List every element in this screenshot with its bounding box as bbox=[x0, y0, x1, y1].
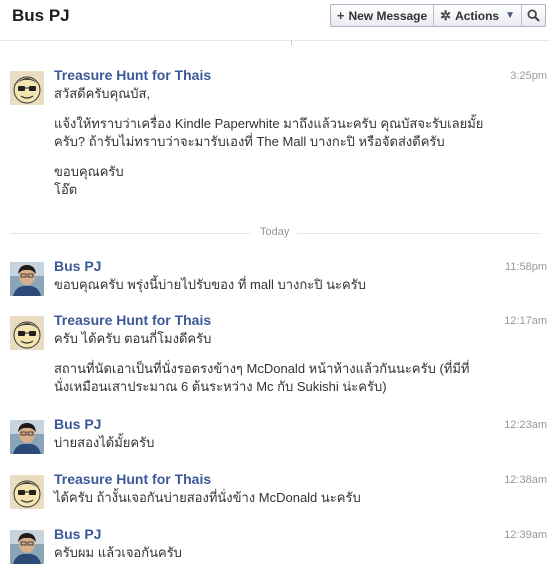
message-text: สวัสดีครับคุณบัส, bbox=[54, 86, 151, 101]
message-timestamp: 12:39am bbox=[504, 529, 547, 541]
message-body: ได้ครับ ถ้างั้นเจอกันบ่ายสองที่นั่งข้าง … bbox=[54, 489, 494, 507]
message-sender[interactable]: Bus PJ bbox=[54, 258, 101, 274]
gear-icon: ✲ bbox=[440, 7, 452, 23]
message-body: บ่ายสองได้มั้ยครับ bbox=[54, 434, 494, 452]
message-text: แจ้งให้ทราบว่าเครื่อง Kindle Paperwhite … bbox=[54, 116, 484, 131]
message-text: นั่งเหมือนเสาประมาณ 6 ต้นระหว่าง Mc กับ … bbox=[54, 379, 387, 394]
message-body: ขอบคุณครับ พรุ่งนี้บ่ายไปรับของ ที่ mall… bbox=[54, 276, 494, 294]
plus-icon: + bbox=[336, 8, 345, 23]
message-text: ขอบคุณครับ พรุ่งนี้บ่ายไปรับของ ที่ mall… bbox=[54, 277, 366, 292]
search-button[interactable] bbox=[522, 5, 545, 26]
message-timestamp: 12:38am bbox=[504, 474, 547, 486]
message-body: ครับ ได้ครับ ตอนกี่โมงดีครับ สถานที่นัดเ… bbox=[54, 330, 494, 396]
person-avatar[interactable] bbox=[10, 262, 44, 296]
message-text: โอ๊ต bbox=[54, 182, 78, 197]
message-sender[interactable]: Bus PJ bbox=[54, 526, 101, 542]
conversation-title: Bus PJ bbox=[12, 6, 70, 25]
message-text: ได้ครับ ถ้างั้นเจอกันบ่ายสองที่นั่งข้าง … bbox=[54, 490, 361, 505]
message-text: ครับ ได้ครับ ตอนกี่โมงดีครับ bbox=[54, 331, 212, 346]
message-sender[interactable]: Bus PJ bbox=[54, 416, 101, 432]
header-tick bbox=[291, 40, 292, 45]
message-body: สวัสดีครับคุณบัส, แจ้งให้ทราบว่าเครื่อง … bbox=[54, 85, 494, 199]
actions-button[interactable]: ✲ Actions ▼ bbox=[434, 5, 522, 26]
message-text: สถานที่นัดเอาเป็นที่นั่งรอตรงข้างๆ McDon… bbox=[54, 361, 470, 376]
message-sender[interactable]: Treasure Hunt for Thais bbox=[54, 471, 211, 487]
message-timestamp: 11:58pm bbox=[505, 261, 547, 273]
message-timestamp: 12:23am bbox=[504, 419, 547, 431]
date-divider-label: Today bbox=[260, 226, 290, 238]
header-divider bbox=[0, 40, 550, 41]
date-divider: Today bbox=[10, 226, 540, 240]
message-text: บ่ายสองได้มั้ยครับ bbox=[54, 435, 155, 450]
message-sender[interactable]: Treasure Hunt for Thais bbox=[54, 312, 211, 328]
person-avatar[interactable] bbox=[10, 420, 44, 454]
mascot-avatar[interactable] bbox=[10, 71, 44, 105]
message-timestamp: 12:17am bbox=[504, 315, 547, 327]
chevron-down-icon: ▼ bbox=[505, 10, 515, 21]
message-text: ขอบคุณครับ bbox=[54, 164, 124, 179]
search-icon bbox=[527, 9, 540, 22]
mascot-avatar[interactable] bbox=[10, 316, 44, 350]
message-sender[interactable]: Treasure Hunt for Thais bbox=[54, 67, 211, 83]
message-text: ครับผม แล้วเจอกันครับ bbox=[54, 545, 182, 560]
mascot-avatar[interactable] bbox=[10, 475, 44, 509]
message-timestamp: 3:25pm bbox=[510, 70, 547, 82]
actions-label: Actions bbox=[455, 8, 500, 23]
conversation-header: Bus PJ + New Message ✲ Actions ▼ bbox=[0, 0, 550, 40]
message-body: ครับผม แล้วเจอกันครับ bbox=[54, 544, 494, 562]
person-avatar[interactable] bbox=[10, 530, 44, 564]
conversation-toolbar: + New Message ✲ Actions ▼ bbox=[329, 4, 546, 27]
message-text: ครับ? ถ้ารับไม่ทราบว่าจะมารับเองที่ The … bbox=[54, 134, 445, 149]
new-message-label: New Message bbox=[348, 8, 428, 23]
new-message-button[interactable]: + New Message bbox=[331, 5, 435, 26]
